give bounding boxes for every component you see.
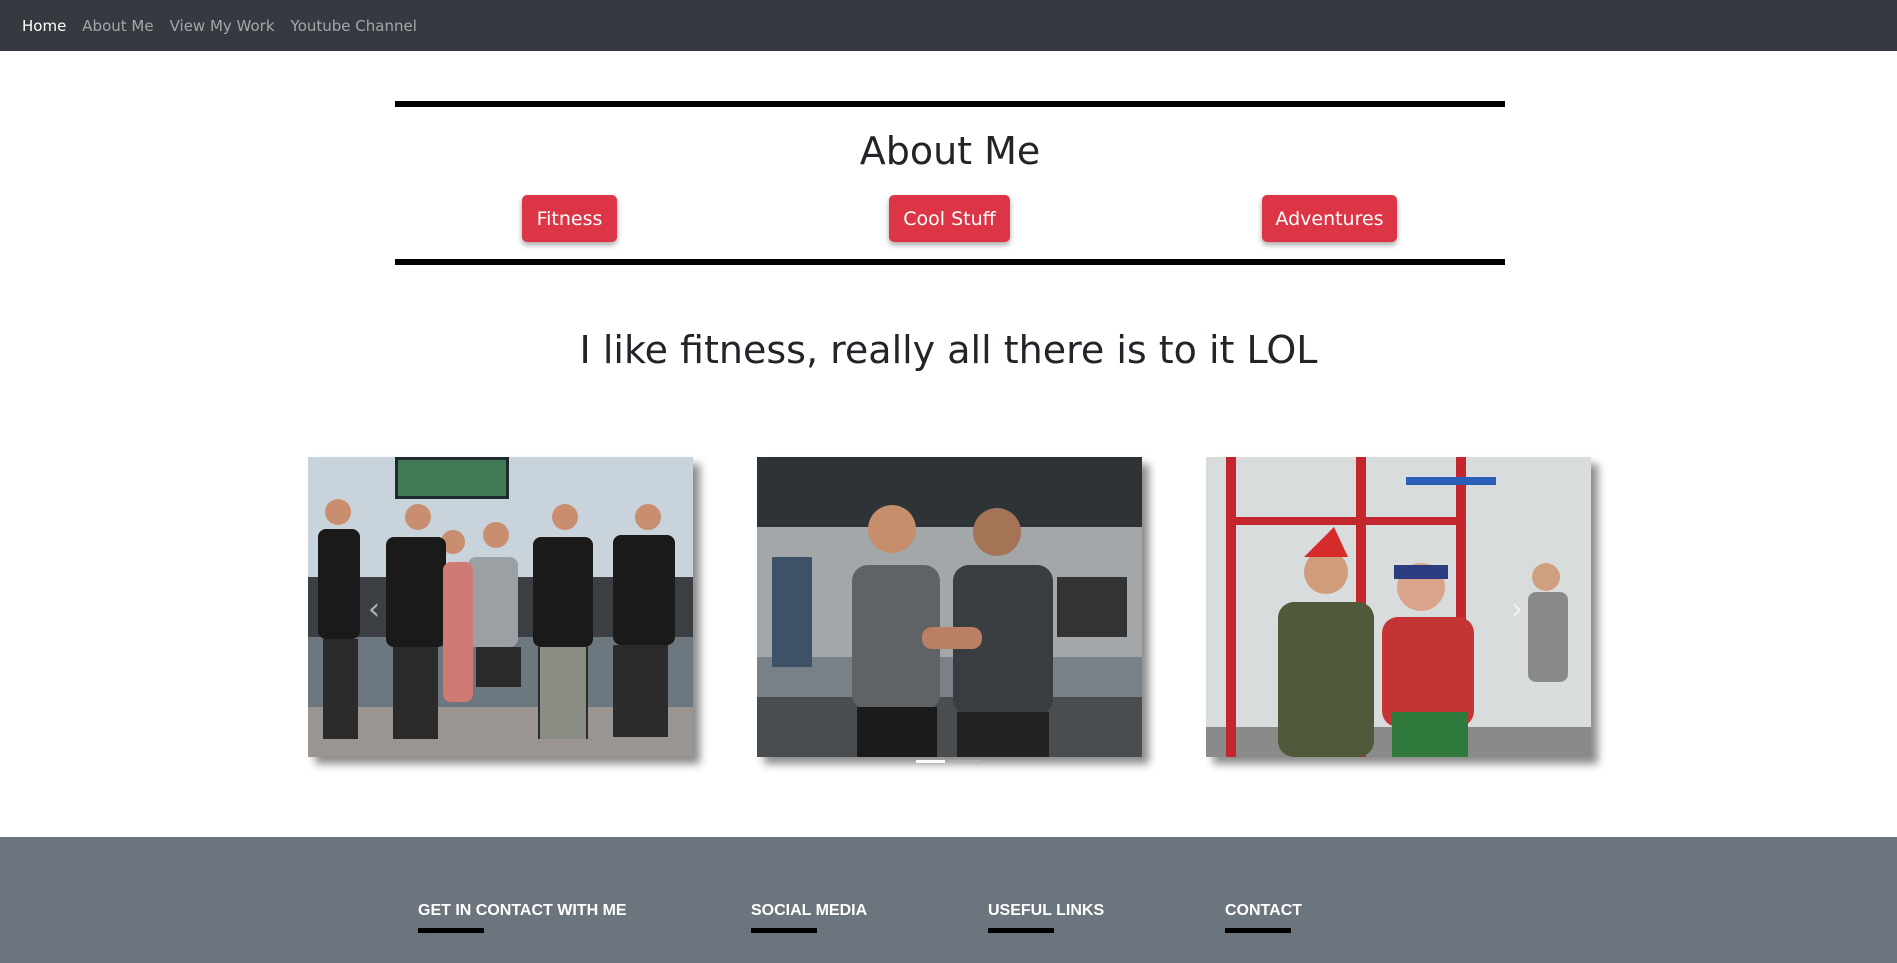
nav-link-about-me[interactable]: About Me — [82, 17, 153, 35]
holiday-gym-photo-image — [1206, 457, 1591, 757]
group-gym-photo-image — [308, 457, 693, 757]
footer-heading: USEFUL LINKS — [988, 902, 1105, 919]
fitness-button[interactable]: Fitness — [522, 195, 617, 242]
footer-heading-underline — [1225, 928, 1291, 933]
nav-link-youtube-channel[interactable]: Youtube Channel — [291, 17, 417, 35]
two-men-gym-photo — [757, 457, 1142, 757]
carousel-indicator[interactable] — [951, 760, 980, 763]
footer-heading-underline — [751, 928, 817, 933]
cool-stuff-button[interactable]: Cool Stuff — [889, 195, 1010, 242]
adventures-button[interactable]: Adventures — [1262, 195, 1397, 242]
footer-column-social-media: SOCIAL MEDIA — [751, 902, 867, 933]
carousel-indicators — [916, 760, 980, 763]
about-section: About Me Fitness Cool Stuff Adventures — [395, 101, 1505, 265]
section-tagline: I like fitness, really all there is to i… — [579, 328, 1318, 372]
top-navbar: Home About Me View My Work Youtube Chann… — [0, 0, 1897, 51]
footer-column-contact: CONTACT — [1225, 902, 1302, 933]
nav-link-view-my-work[interactable]: View My Work — [170, 17, 275, 35]
footer-heading: CONTACT — [1225, 902, 1303, 919]
site-footer: GET IN CONTACT WITH ME SOCIAL MEDIA USEF… — [0, 837, 1897, 963]
group-gym-photo: ‹ — [308, 457, 693, 757]
nav-link-home[interactable]: Home — [22, 17, 66, 35]
footer-heading: SOCIAL MEDIA — [751, 902, 868, 919]
footer-column-useful-links: USEFUL LINKS — [988, 902, 1104, 933]
carousel-indicator[interactable] — [916, 760, 945, 763]
footer-heading-underline — [418, 928, 484, 933]
holiday-gym-photo: › — [1206, 457, 1591, 757]
about-title: About Me — [859, 129, 1041, 173]
carousel-next-icon[interactable]: › — [1511, 592, 1523, 627]
photo-carousel: ‹ › — [308, 457, 1599, 767]
footer-heading: GET IN CONTACT WITH ME — [418, 902, 627, 919]
carousel-prev-icon[interactable]: ‹ — [368, 592, 380, 627]
two-men-gym-photo-image — [757, 457, 1142, 757]
footer-column-contact-me: GET IN CONTACT WITH ME — [418, 902, 627, 933]
footer-heading-underline — [988, 928, 1054, 933]
